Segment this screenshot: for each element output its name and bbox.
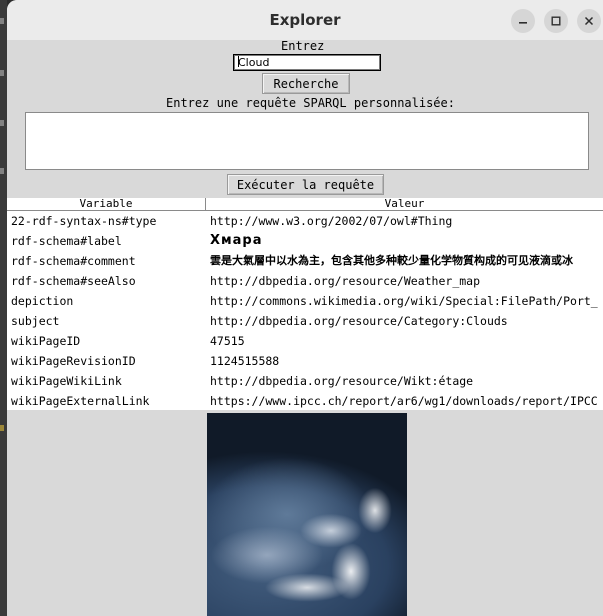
table-row[interactable]: wikiPageID 47515 [7, 331, 603, 351]
row-value: 47515 [210, 334, 245, 348]
row-variable: subject [11, 314, 60, 328]
desktop-artifact [0, 18, 4, 24]
table-row[interactable]: wikiPageRevisionID 1124515588 [7, 351, 603, 371]
table-row[interactable]: rdf-schema#label Хмара [7, 231, 603, 251]
results-table-header: Variable Valeur [7, 198, 603, 211]
row-variable: 22-rdf-syntax-ns#type [11, 214, 157, 228]
desktop-artifact [0, 425, 4, 431]
desktop-artifact [0, 120, 4, 126]
row-variable: rdf-schema#seeAlso [11, 274, 136, 288]
title-bar[interactable]: Explorer [7, 0, 603, 41]
table-row[interactable]: rdf-schema#comment 雲是大氣層中以水為主，包含其他多种較少量化… [7, 251, 603, 271]
table-row[interactable]: subject http://dbpedia.org/resource/Cate… [7, 311, 603, 331]
row-value: Хмара [210, 233, 263, 248]
row-variable: wikiPageID [11, 334, 81, 348]
row-value: http://dbpedia.org/resource/Weather_map [210, 274, 481, 288]
depiction-image [207, 413, 407, 616]
search-prompt-label: Entrez [281, 39, 325, 53]
row-value: 1124515588 [210, 354, 280, 368]
main-panel: Entrez Cloud Recherche Entrez une requêt… [7, 40, 603, 616]
row-variable: wikiPageWikiLink [11, 374, 122, 388]
row-value: http://www.w3.org/2002/07/owl#Thing [210, 214, 453, 228]
search-input[interactable]: Cloud [233, 54, 381, 71]
table-row[interactable]: wikiPageExternalLink https://www.ipcc.ch… [7, 391, 603, 410]
table-row[interactable]: 22-rdf-syntax-ns#type http://www.w3.org/… [7, 211, 603, 231]
minimize-icon [519, 22, 527, 24]
row-variable: wikiPageExternalLink [11, 394, 150, 408]
column-header-variable[interactable]: Variable [7, 198, 206, 210]
desktop-artifact [0, 70, 4, 76]
maximize-button[interactable] [544, 9, 568, 33]
table-row[interactable]: depiction http://commons.wikimedia.org/w… [7, 291, 603, 311]
row-value: http://dbpedia.org/resource/Wikt:étage [210, 374, 474, 388]
explorer-window: Explorer Entrez Cloud Recherche Entrez u… [7, 0, 603, 616]
row-value: http://commons.wikimedia.org/wiki/Specia… [210, 294, 598, 308]
sparql-query-textarea[interactable] [25, 112, 589, 170]
row-value: https://www.ipcc.ch/report/ar6/wg1/downl… [210, 394, 598, 408]
close-button[interactable] [577, 9, 601, 33]
desktop-artifact [0, 168, 4, 174]
row-variable: rdf-schema#comment [11, 254, 136, 268]
maximize-icon [551, 16, 561, 26]
results-table[interactable]: Variable Valeur 22-rdf-syntax-ns#type ht… [7, 198, 603, 410]
sparql-prompt-label: Entrez une requête SPARQL personnalisée: [166, 96, 455, 110]
row-variable: depiction [11, 294, 74, 308]
search-button[interactable]: Recherche [262, 73, 350, 94]
search-input-value: Cloud [238, 56, 270, 69]
desktop-background [0, 0, 7, 616]
column-header-value[interactable]: Valeur [206, 198, 603, 210]
minimize-button[interactable] [511, 9, 535, 33]
table-row[interactable]: rdf-schema#seeAlso http://dbpedia.org/re… [7, 271, 603, 291]
close-icon [584, 16, 594, 26]
row-variable: rdf-schema#label [11, 234, 122, 248]
table-row[interactable]: wikiPageWikiLink http://dbpedia.org/reso… [7, 371, 603, 391]
row-value: http://dbpedia.org/resource/Category:Clo… [210, 314, 508, 328]
execute-query-button[interactable]: Exécuter la requête [227, 174, 384, 195]
row-variable: wikiPageRevisionID [11, 354, 136, 368]
row-value: 雲是大氣層中以水為主，包含其他多种較少量化学物質构成的可见液滴或冰 [210, 254, 573, 267]
